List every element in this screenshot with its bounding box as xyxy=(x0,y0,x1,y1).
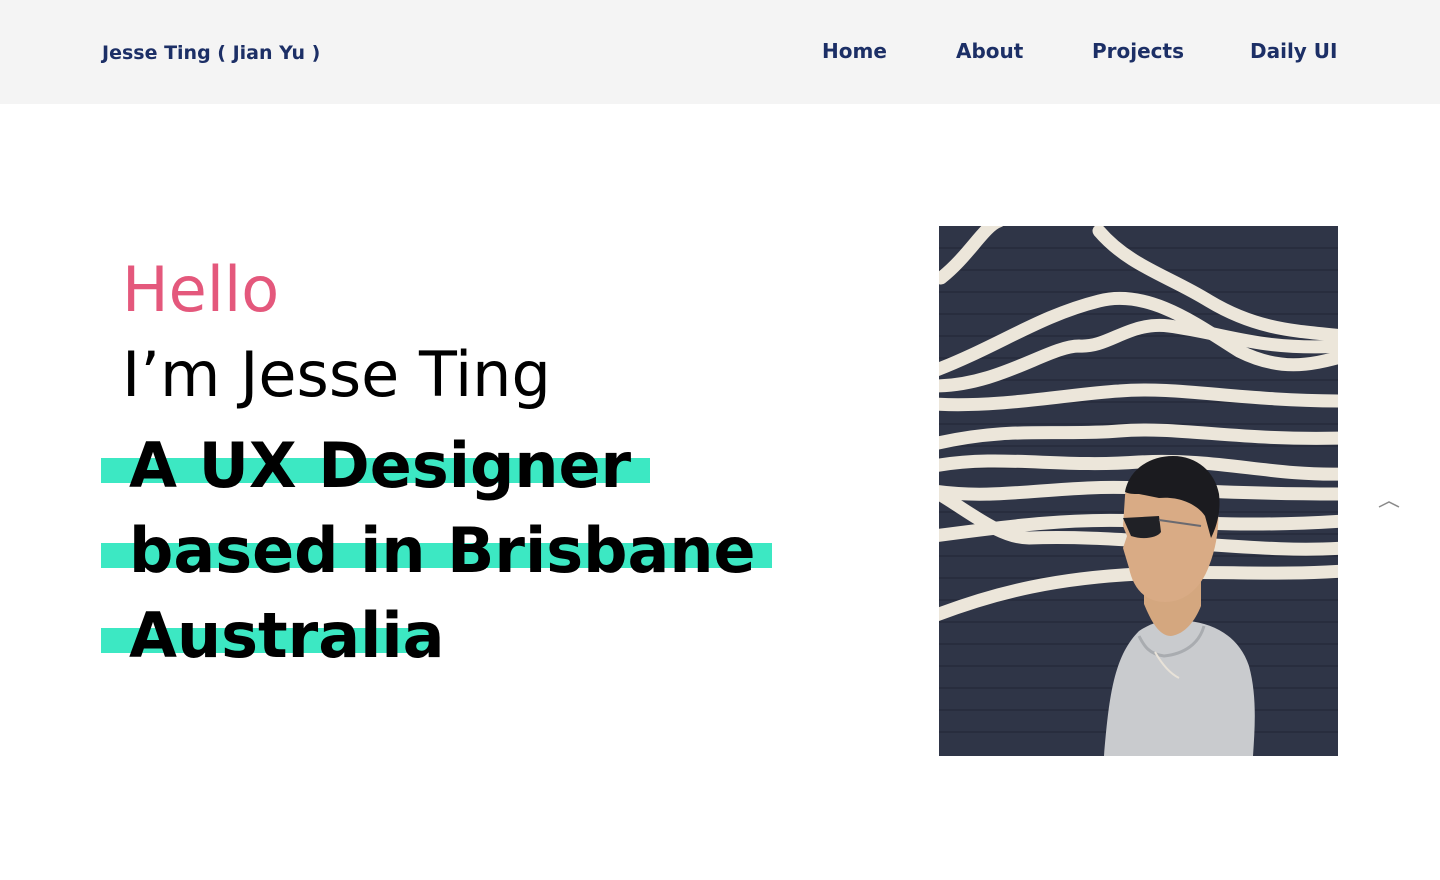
scroll-to-top-button[interactable] xyxy=(1376,490,1402,516)
hero-intro: I’m Jesse Ting xyxy=(122,338,551,411)
nav-link-projects[interactable]: Projects xyxy=(1092,39,1184,63)
hero-tagline-line: Australia xyxy=(129,599,445,672)
main-nav: Home About Projects Daily UI xyxy=(0,39,1440,69)
site-header: Jesse Ting ( Jian Yu ) Home About Projec… xyxy=(0,0,1440,104)
nav-link-home[interactable]: Home xyxy=(822,39,887,63)
nav-link-about[interactable]: About xyxy=(956,39,1023,63)
hero-tagline-line: A UX Designer xyxy=(129,429,632,502)
nav-link-daily-ui[interactable]: Daily UI xyxy=(1250,39,1338,63)
chevron-up-icon xyxy=(1378,501,1400,508)
hero-tagline-line: based in Brisbane xyxy=(129,514,756,587)
hero-greeting: Hello xyxy=(122,253,280,326)
profile-photo xyxy=(939,226,1338,756)
